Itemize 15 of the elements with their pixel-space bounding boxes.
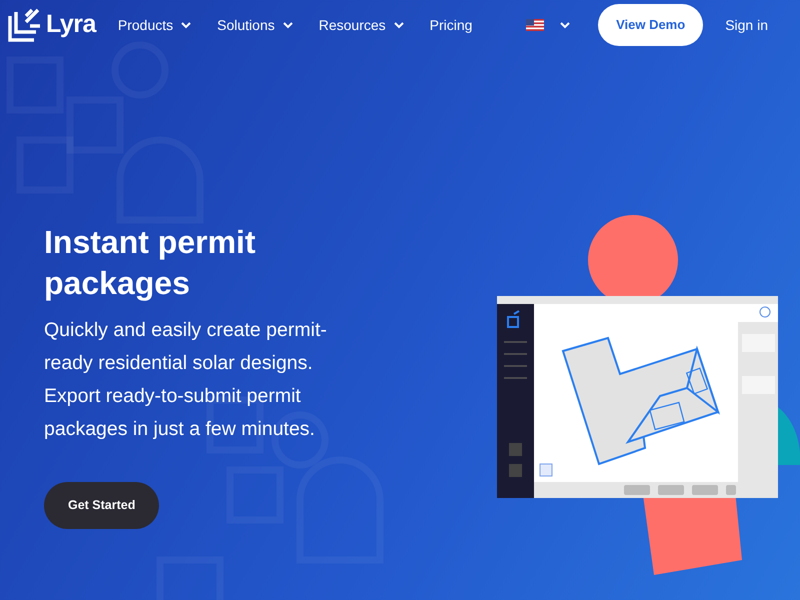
hero-description: Quickly and easily create permit-ready residential solar designs. Export ready-to-submit permit packages in just a few minutes. xyxy=(44,318,328,442)
brand-name[interactable]: Lyra xyxy=(46,6,96,44)
caret-icon xyxy=(181,22,192,28)
nav-link[interactable]: Solutions xyxy=(217,14,293,36)
hero-title: Instant permit packages xyxy=(44,223,257,303)
nav-link[interactable]: Pricing xyxy=(430,14,472,36)
nav-link[interactable]: Resources xyxy=(318,14,404,36)
view-demo-button[interactable]: View Demo xyxy=(598,4,704,46)
caret-icon xyxy=(394,22,404,28)
nav-link[interactable]: Products xyxy=(118,14,192,36)
caret-icon xyxy=(282,22,293,28)
flag-icon[interactable] xyxy=(526,19,544,31)
logo-icon[interactable] xyxy=(8,8,42,42)
sign-in-link[interactable]: Sign in xyxy=(725,14,768,36)
get-started-button[interactable]: Get Started xyxy=(44,482,160,529)
